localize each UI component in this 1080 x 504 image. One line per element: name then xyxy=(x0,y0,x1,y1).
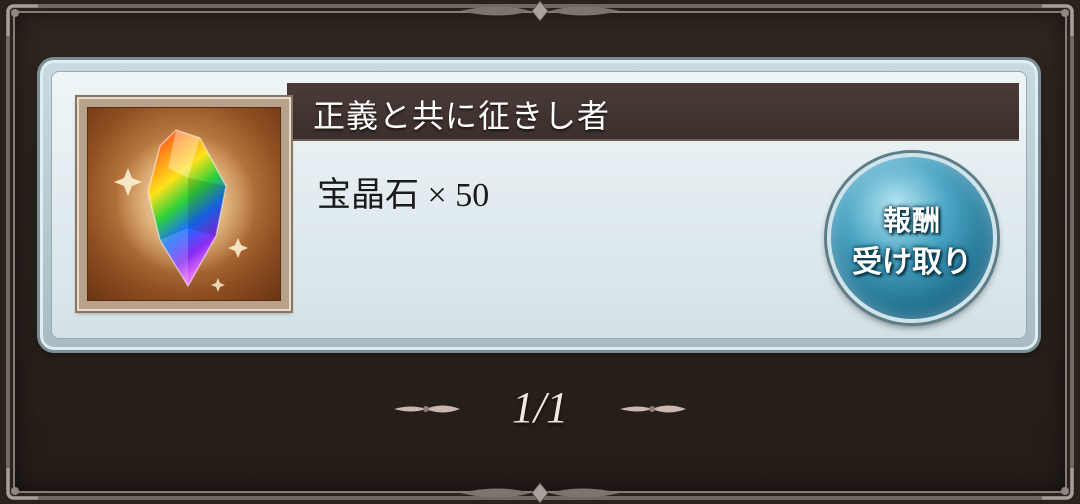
claim-button-label-line1: 報酬 xyxy=(882,204,941,237)
frame-corner-ornament xyxy=(6,4,38,36)
reward-quantity: 50 xyxy=(455,177,490,214)
frame-corner-ornament xyxy=(1042,468,1074,500)
reward-title-bar: 正義と共に征きし者 xyxy=(287,83,1019,141)
reward-item-name: 宝晶石 xyxy=(317,175,419,215)
claim-button-label-line2: 受け取り xyxy=(852,245,972,280)
reward-card: 正義と共に征きし者 宝晶石 × 50 報酬 受け取り xyxy=(40,60,1038,350)
page-indicator: 1/1 xyxy=(511,383,569,432)
reward-item-label: 宝晶石 × 50 xyxy=(317,167,489,216)
reward-title: 正義と共に征きし者 xyxy=(313,97,611,135)
claim-reward-button[interactable]: 報酬 受け取り xyxy=(827,153,997,323)
frame-bottom-ornament xyxy=(460,482,620,504)
frame-corner-ornament xyxy=(1042,4,1074,36)
reward-item-image xyxy=(87,107,281,301)
pagination-right-ornament xyxy=(620,405,686,413)
reward-item-frame xyxy=(77,97,291,311)
pagination: 1/1 xyxy=(0,380,1080,440)
frame-corner-ornament xyxy=(6,468,38,500)
rainbow-crystal-icon xyxy=(114,129,256,292)
frame-top-ornament xyxy=(460,0,620,22)
reward-multiplier: × xyxy=(427,177,447,214)
